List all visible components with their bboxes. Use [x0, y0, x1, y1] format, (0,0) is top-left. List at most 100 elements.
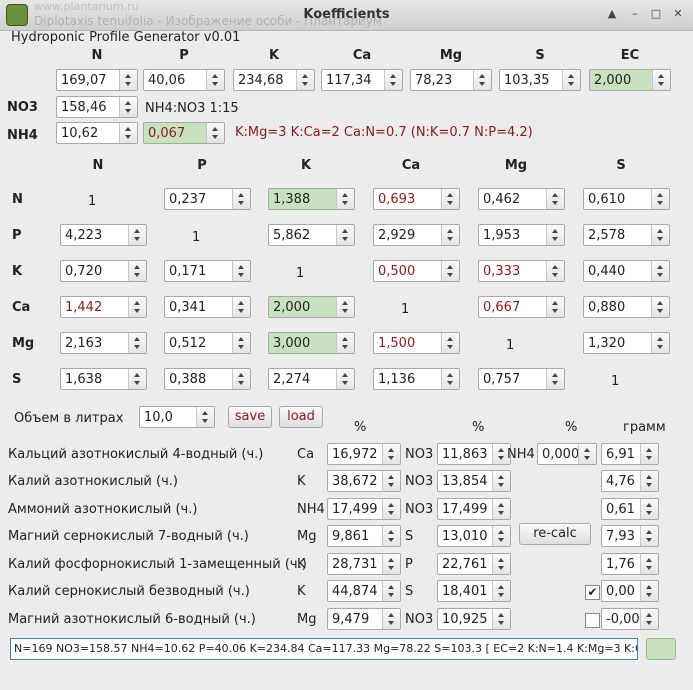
spin-arrows-icon[interactable]: [232, 297, 250, 317]
matrix-cell-n-s[interactable]: 0,610: [583, 188, 670, 210]
recalc-button[interactable]: re-calc: [519, 523, 591, 545]
matrix-cell-p-k[interactable]: 5,862: [268, 224, 355, 246]
salt-percent-1[interactable]: 38,672: [327, 470, 401, 492]
spin-arrows-icon[interactable]: [651, 261, 669, 281]
keep-above-icon[interactable]: ▲: [604, 6, 620, 22]
spin-arrows-icon[interactable]: [119, 97, 137, 117]
spin-arrows-icon[interactable]: [441, 261, 459, 281]
spin-arrows-icon[interactable]: [651, 297, 669, 317]
matrix-cell-k-n[interactable]: 0,720: [60, 260, 147, 282]
spin-arrows-icon[interactable]: [336, 189, 354, 209]
spin-arrows-icon[interactable]: [382, 554, 400, 574]
maximize-icon[interactable]: □: [648, 6, 664, 22]
matrix-cell-k-mg[interactable]: 0,333: [478, 260, 565, 282]
load-button[interactable]: load: [279, 406, 323, 428]
spin-arrows-icon[interactable]: [652, 70, 670, 90]
spin-arrows-icon[interactable]: [382, 526, 400, 546]
spin-arrows-icon[interactable]: [441, 369, 459, 389]
matrix-cell-p-ca[interactable]: 2,929: [373, 224, 460, 246]
spin-arrows-icon[interactable]: [382, 609, 400, 629]
no3-spinbox[interactable]: 158,46: [56, 96, 138, 118]
matrix-cell-s-k[interactable]: 2,274: [268, 368, 355, 390]
matrix-cell-n-k[interactable]: 1,388: [268, 188, 355, 210]
spin-arrows-icon[interactable]: [232, 333, 250, 353]
salt-percent-1[interactable]: 9,479: [327, 608, 401, 630]
spin-arrows-icon[interactable]: [441, 225, 459, 245]
spin-arrows-icon[interactable]: [640, 609, 658, 629]
spin-arrows-icon[interactable]: [492, 471, 510, 491]
spin-arrows-icon[interactable]: [441, 333, 459, 353]
top-s-spinbox[interactable]: 103,35: [499, 69, 581, 91]
spin-arrows-icon[interactable]: [206, 123, 224, 143]
spin-arrows-icon[interactable]: [128, 297, 146, 317]
matrix-cell-p-n[interactable]: 4,223: [60, 224, 147, 246]
spin-arrows-icon[interactable]: [128, 261, 146, 281]
spin-arrows-icon[interactable]: [578, 444, 596, 464]
salt-percent-2[interactable]: 11,863: [437, 443, 511, 465]
matrix-cell-ca-p[interactable]: 0,341: [164, 296, 251, 318]
spin-arrows-icon[interactable]: [441, 189, 459, 209]
spin-arrows-icon[interactable]: [119, 123, 137, 143]
spin-arrows-icon[interactable]: [232, 369, 250, 389]
spin-arrows-icon[interactable]: [382, 499, 400, 519]
salt-percent-2[interactable]: 17,499: [437, 498, 511, 520]
matrix-cell-k-s[interactable]: 0,440: [583, 260, 670, 282]
spin-arrows-icon[interactable]: [232, 261, 250, 281]
spin-arrows-icon[interactable]: [546, 297, 564, 317]
top-n-spinbox[interactable]: 169,07: [56, 69, 138, 91]
spin-arrows-icon[interactable]: [651, 189, 669, 209]
top-ca-spinbox[interactable]: 117,34: [321, 69, 403, 91]
matrix-cell-p-mg[interactable]: 1,953: [478, 224, 565, 246]
matrix-cell-mg-ca[interactable]: 1,500: [373, 332, 460, 354]
save-button[interactable]: save: [228, 406, 272, 428]
spin-arrows-icon[interactable]: [336, 369, 354, 389]
salt-gram[interactable]: -0,00: [601, 608, 659, 630]
top-mg-spinbox[interactable]: 78,23: [410, 69, 492, 91]
volume-spinbox[interactable]: 10,0: [139, 406, 215, 428]
spin-arrows-icon[interactable]: [546, 225, 564, 245]
salt-percent-2[interactable]: 22,761: [437, 553, 511, 575]
spin-arrows-icon[interactable]: [128, 225, 146, 245]
spin-arrows-icon[interactable]: [336, 333, 354, 353]
spin-arrows-icon[interactable]: [382, 581, 400, 601]
spin-arrows-icon[interactable]: [492, 554, 510, 574]
output-field[interactable]: N=169 NO3=158.57 NH4=10.62 P=40.06 K=234…: [10, 638, 638, 660]
spin-arrows-icon[interactable]: [232, 189, 250, 209]
spin-arrows-icon[interactable]: [546, 189, 564, 209]
minimize-icon[interactable]: –: [627, 6, 643, 22]
nh4-spinbox[interactable]: 10,62: [56, 122, 138, 144]
salt-percent-3[interactable]: 0,000: [537, 443, 597, 465]
spin-arrows-icon[interactable]: [128, 333, 146, 353]
salt-percent-1[interactable]: 44,874: [327, 580, 401, 602]
matrix-cell-k-p[interactable]: 0,171: [164, 260, 251, 282]
top-ec-spinbox[interactable]: 2,000: [589, 69, 671, 91]
salt-gram[interactable]: 7,93: [601, 525, 659, 547]
salt-percent-2[interactable]: 10,925: [437, 608, 511, 630]
spin-arrows-icon[interactable]: [128, 369, 146, 389]
matrix-cell-s-ca[interactable]: 1,136: [373, 368, 460, 390]
salt-percent-2[interactable]: 18,401: [437, 580, 511, 602]
spin-arrows-icon[interactable]: [492, 581, 510, 601]
status-indicator[interactable]: [646, 638, 676, 660]
salt-gram[interactable]: 0,00: [601, 580, 659, 602]
spin-arrows-icon[interactable]: [492, 609, 510, 629]
spin-arrows-icon[interactable]: [336, 225, 354, 245]
spin-arrows-icon[interactable]: [119, 70, 137, 90]
matrix-cell-ca-k[interactable]: 2,000: [268, 296, 355, 318]
matrix-cell-n-ca[interactable]: 0,693: [373, 188, 460, 210]
matrix-cell-p-s[interactable]: 2,578: [583, 224, 670, 246]
matrix-cell-k-ca[interactable]: 0,500: [373, 260, 460, 282]
spin-arrows-icon[interactable]: [651, 225, 669, 245]
salt-percent-1[interactable]: 9,861: [327, 525, 401, 547]
salt-gram[interactable]: 0,61: [601, 498, 659, 520]
spin-arrows-icon[interactable]: [382, 444, 400, 464]
spin-arrows-icon[interactable]: [651, 333, 669, 353]
salt-include-checkbox[interactable]: [585, 613, 600, 628]
spin-arrows-icon[interactable]: [640, 444, 658, 464]
matrix-cell-s-mg[interactable]: 0,757: [478, 368, 565, 390]
matrix-cell-mg-k[interactable]: 3,000: [268, 332, 355, 354]
salt-gram[interactable]: 1,76: [601, 553, 659, 575]
salt-percent-1[interactable]: 28,731: [327, 553, 401, 575]
spin-arrows-icon[interactable]: [492, 499, 510, 519]
spin-arrows-icon[interactable]: [336, 297, 354, 317]
